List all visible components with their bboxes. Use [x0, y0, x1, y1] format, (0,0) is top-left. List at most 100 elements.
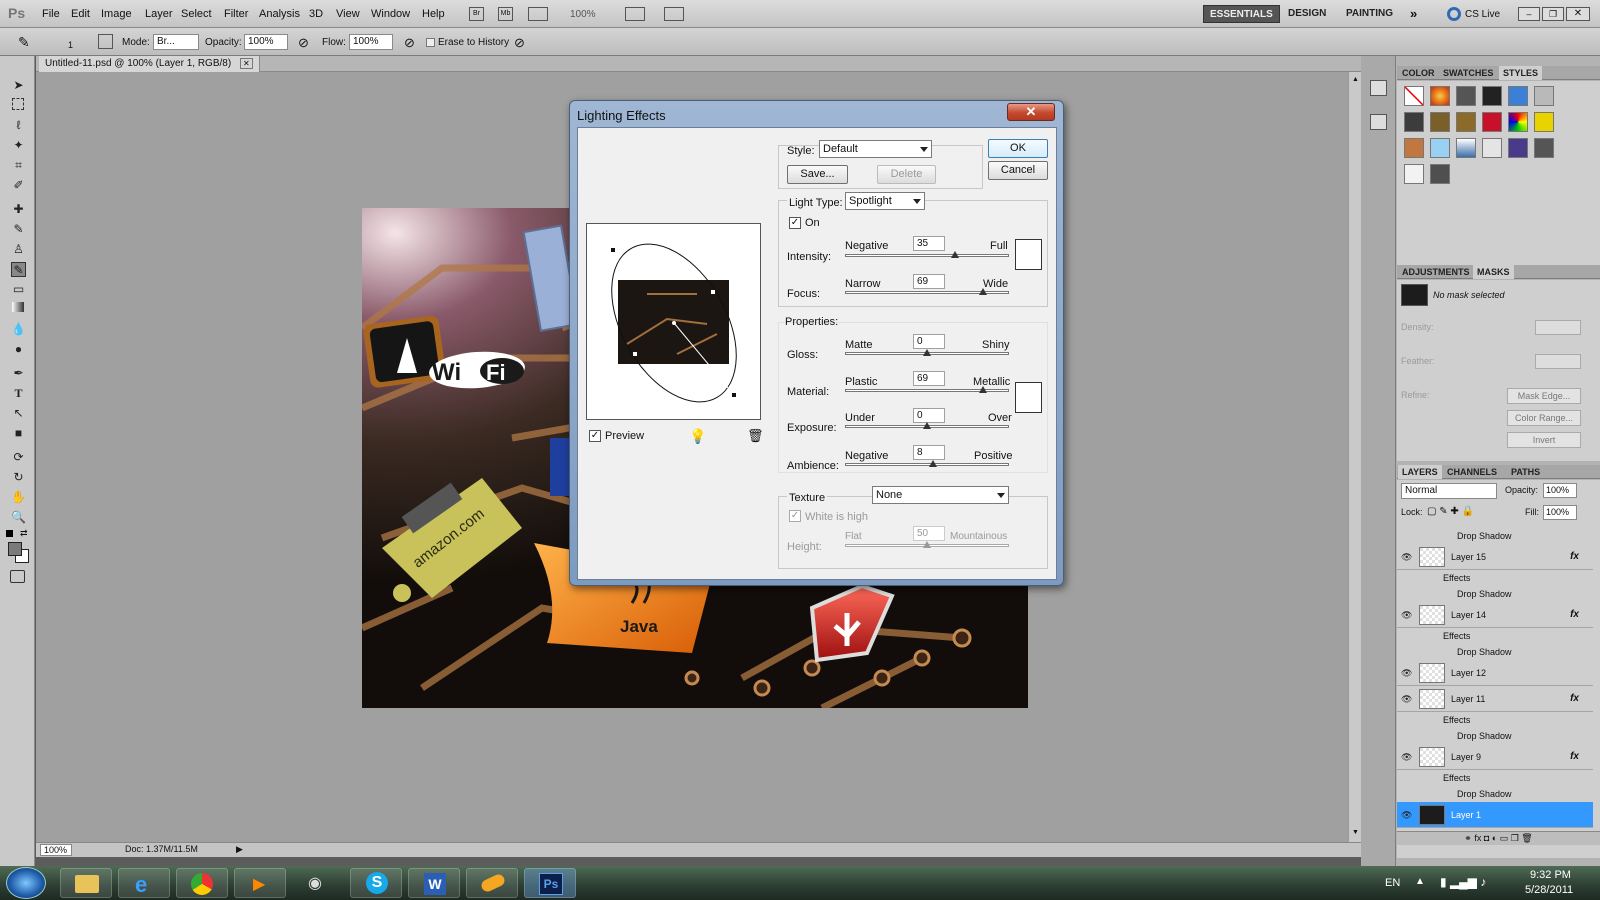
tab-masks[interactable]: MASKS — [1473, 265, 1514, 279]
menu-file[interactable]: File — [42, 8, 60, 20]
style-swatch[interactable] — [1404, 164, 1424, 184]
menu-image[interactable]: Image — [101, 8, 132, 20]
menu-3d[interactable]: 3D — [309, 8, 323, 20]
save-button[interactable]: Save... — [787, 165, 848, 184]
style-swatch[interactable] — [1404, 112, 1424, 132]
style-swatch[interactable] — [1404, 86, 1424, 106]
layers-footer-icons[interactable]: ⚭ fx ◘ ◐ ▭ ❒ 🗑 — [1397, 831, 1600, 845]
crop-tool-icon[interactable]: ⌗ — [11, 158, 26, 173]
tab-styles[interactable]: STYLES — [1499, 66, 1543, 80]
show-hidden-icons-icon[interactable]: ▲ — [1415, 876, 1425, 887]
restore-icon[interactable]: ❐ — [1542, 7, 1564, 21]
intensity-input[interactable]: 35 — [913, 236, 945, 251]
density-input[interactable] — [1535, 320, 1581, 335]
style-swatch[interactable] — [1430, 112, 1450, 132]
light-color-swatch[interactable] — [1015, 239, 1042, 270]
dodge-tool-icon[interactable]: ● — [11, 342, 26, 357]
preview-checkbox[interactable]: ✓ — [589, 430, 601, 442]
effects-row[interactable]: Effects — [1397, 570, 1593, 586]
eye-icon[interactable]: 👁 — [1401, 694, 1412, 705]
opacity-input[interactable]: 100% — [244, 34, 288, 50]
intensity-slider[interactable] — [845, 251, 1009, 258]
clock-date[interactable]: 5/28/2011 — [1525, 884, 1573, 896]
mini-bridge-icon[interactable]: Mb — [498, 7, 513, 21]
mini-bridge-panel-icon[interactable] — [1370, 80, 1387, 96]
delete-button[interactable]: Delete — [877, 165, 936, 184]
eye-icon[interactable]: 👁 — [1401, 752, 1412, 763]
height-slider[interactable] — [845, 541, 1009, 548]
style-swatch[interactable] — [1404, 138, 1424, 158]
style-swatch[interactable] — [1534, 138, 1554, 158]
3d-orbit-tool-icon[interactable]: ↻ — [11, 470, 26, 485]
media-player-taskbar-icon[interactable]: ▶ — [234, 868, 286, 898]
focus-slider[interactable] — [845, 288, 1009, 295]
menu-window[interactable]: Window — [371, 8, 410, 20]
move-tool-icon[interactable]: ➤ — [11, 78, 26, 93]
close-icon[interactable]: ✕ — [1566, 7, 1590, 21]
blur-tool-icon[interactable]: 💧 — [11, 322, 26, 337]
photoshop-taskbar-icon[interactable]: Ps — [524, 868, 576, 898]
style-swatch[interactable] — [1534, 86, 1554, 106]
internet-explorer-taskbar-icon[interactable]: e — [118, 868, 170, 898]
quick-mask-icon[interactable] — [10, 570, 25, 583]
skype-taskbar-icon[interactable]: S — [350, 868, 402, 898]
flow-input[interactable]: 100% — [349, 34, 393, 50]
lock-icons[interactable]: ▢ ✎ ✚ 🔒 — [1427, 506, 1474, 517]
gloss-slider[interactable] — [845, 349, 1009, 356]
zoom-tool-icon[interactable]: 🔍 — [11, 510, 26, 525]
style-swatch[interactable] — [1456, 112, 1476, 132]
menu-help[interactable]: Help — [422, 8, 445, 20]
light-type-dropdown[interactable]: Spotlight — [845, 192, 925, 210]
tab-channels[interactable]: CHANNELS — [1447, 467, 1497, 477]
effect-drop-shadow[interactable]: Drop Shadow — [1397, 586, 1593, 602]
effect-drop-shadow[interactable]: Drop Shadow — [1397, 728, 1593, 744]
eye-icon[interactable]: 👁 — [1401, 552, 1412, 563]
swap-colors-icon[interactable]: ⇄ — [20, 528, 28, 539]
3d-rotate-tool-icon[interactable]: ⟳ — [11, 450, 26, 465]
mask-edge-button[interactable]: Mask Edge... — [1507, 388, 1581, 404]
effects-row[interactable]: Effects — [1397, 712, 1593, 728]
tab-adjustments[interactable]: ADJUSTMENTS — [1402, 267, 1470, 277]
workspace-essentials[interactable]: ESSENTIALS — [1203, 5, 1280, 23]
style-swatch[interactable] — [1508, 138, 1528, 158]
airbrush-icon[interactable]: ⊘ — [404, 35, 415, 51]
cs-live-menu[interactable]: CS Live — [1465, 9, 1500, 20]
height-slider-thumb[interactable] — [923, 541, 931, 548]
invert-button[interactable]: Invert — [1507, 432, 1581, 448]
color-range-button[interactable]: Color Range... — [1507, 410, 1581, 426]
feather-input[interactable] — [1535, 354, 1581, 369]
marquee-tool-icon[interactable] — [12, 98, 24, 110]
fx-icon[interactable]: fx — [1570, 693, 1579, 704]
style-swatch[interactable] — [1430, 138, 1450, 158]
blend-mode-dropdown[interactable]: Normal — [1401, 483, 1497, 499]
exposure-slider-thumb[interactable] — [923, 422, 931, 429]
new-light-icon[interactable]: 💡 — [689, 428, 706, 445]
light-preview-area[interactable] — [586, 223, 761, 420]
layer-row[interactable]: 👁 Layer 14 fx — [1397, 602, 1593, 628]
arrange-documents-icon[interactable] — [625, 7, 645, 21]
focus-slider-thumb[interactable] — [978, 288, 987, 295]
style-swatch[interactable] — [1534, 112, 1554, 132]
white-is-high-checkbox[interactable]: ✓ — [789, 510, 801, 522]
intensity-slider-thumb[interactable] — [951, 251, 960, 258]
default-colors-icon[interactable] — [6, 530, 13, 537]
zoom-level[interactable]: 100% — [570, 9, 596, 20]
quick-select-tool-icon[interactable]: ✦ — [11, 138, 26, 153]
status-menu-arrow-icon[interactable]: ▶ — [236, 844, 243, 855]
menu-layer[interactable]: Layer — [145, 8, 173, 20]
brush-size[interactable]: 1 — [68, 40, 73, 50]
dialog-close-icon[interactable]: ✕ — [1007, 103, 1055, 121]
pen-tool-icon[interactable]: ✒ — [11, 366, 26, 381]
menu-select[interactable]: Select — [181, 8, 212, 20]
exposure-input[interactable]: 0 — [913, 408, 945, 423]
ok-button[interactable]: OK — [988, 139, 1048, 158]
ambience-slider[interactable] — [845, 460, 1009, 467]
tab-layers[interactable]: LAYERS — [1398, 465, 1442, 479]
tab-swatches[interactable]: SWATCHES — [1443, 68, 1493, 78]
explorer-taskbar-icon[interactable] — [60, 868, 112, 898]
style-swatch[interactable] — [1430, 164, 1450, 184]
history-brush-tool-icon[interactable]: ✎ — [18, 34, 30, 51]
mode-dropdown[interactable]: Br... — [153, 34, 199, 50]
effect-drop-shadow[interactable]: Drop Shadow — [1397, 528, 1593, 544]
style-dropdown[interactable]: Default — [819, 140, 932, 158]
